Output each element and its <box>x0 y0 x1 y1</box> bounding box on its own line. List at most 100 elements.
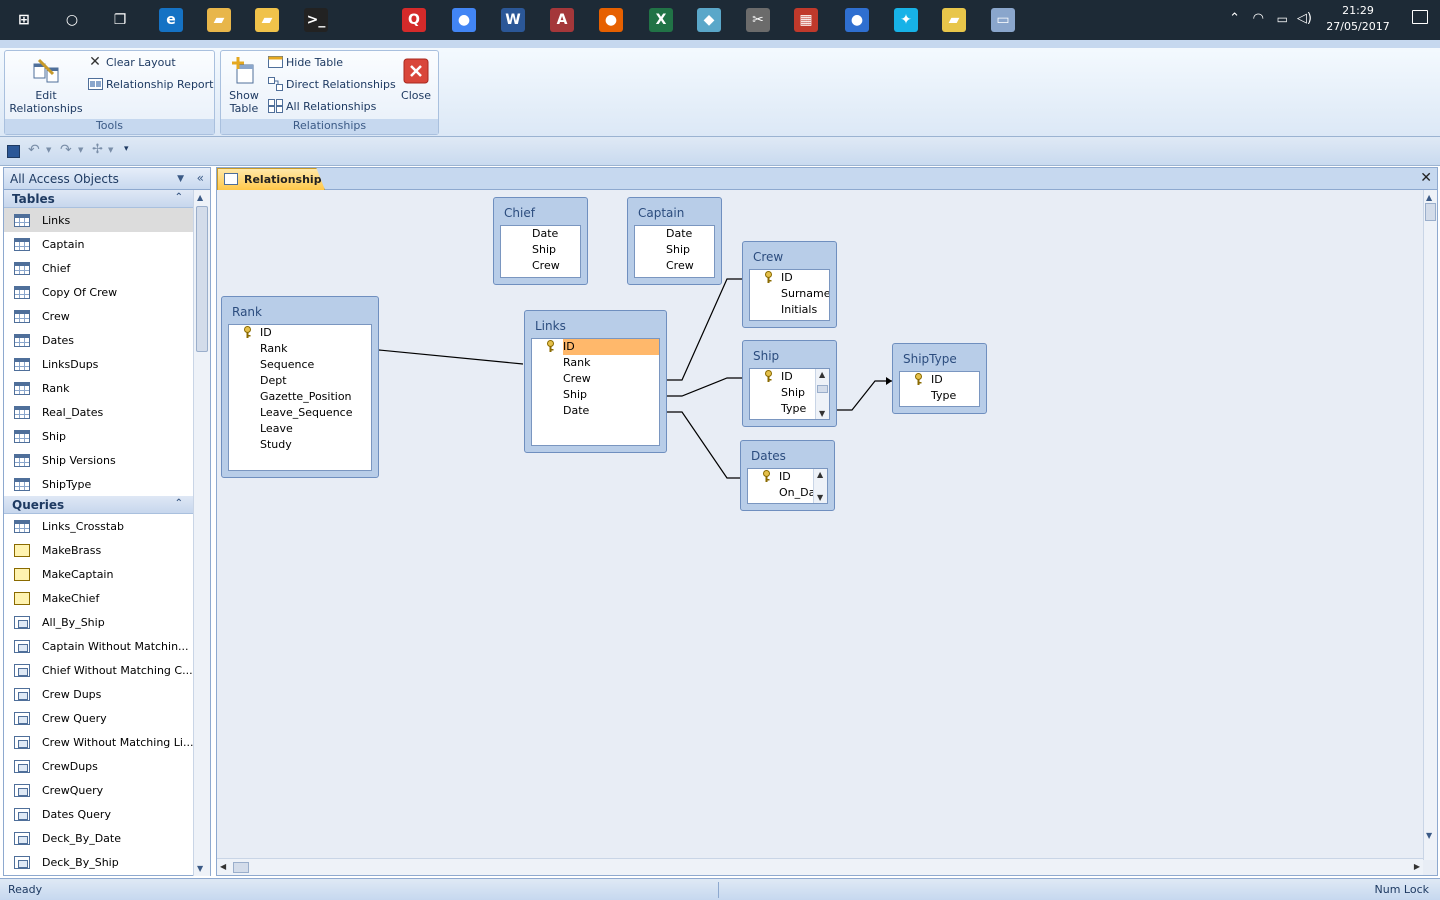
table-dates[interactable]: Dates ID On_Da ▲ ▼ <box>740 440 835 511</box>
field-row[interactable]: Date <box>666 226 714 242</box>
field-row[interactable]: ID <box>547 339 659 355</box>
nav-table-item[interactable]: LinksDups <box>4 352 193 376</box>
nav-table-item[interactable]: Ship Versions <box>4 448 193 472</box>
undo-icon[interactable]: ↶ <box>28 142 40 158</box>
field-row[interactable]: Leave_Sequence <box>260 405 371 421</box>
nav-table-item[interactable]: Crew <box>4 304 193 328</box>
table-captain[interactable]: Captain Date Ship Crew <box>627 197 722 285</box>
nav-query-item[interactable]: Links_Crosstab <box>4 514 193 538</box>
word-taskbar-button[interactable]: W <box>497 4 529 36</box>
field-row[interactable]: Rank <box>563 355 659 371</box>
direct-relationships-button[interactable]: Direct Relationships <box>267 75 396 93</box>
firefox-taskbar-button[interactable]: ● <box>595 4 627 36</box>
canvas-horizontal-scrollbar[interactable]: ◀ ▶ <box>217 858 1423 875</box>
nav-table-item[interactable]: Copy Of Crew <box>4 280 193 304</box>
relationship-line-rank-links[interactable] <box>378 349 524 365</box>
nav-query-item[interactable]: MakeChief <box>4 586 193 610</box>
nav-header[interactable]: All Access Objects ▼ « <box>4 168 210 190</box>
relationship-line-links-ship[interactable] <box>667 377 742 397</box>
field-row[interactable]: ID <box>915 372 979 388</box>
scroll-down-icon[interactable]: ▼ <box>1426 831 1432 840</box>
table-ship[interactable]: Ship ID Ship Type ▲ ▼ <box>742 340 837 427</box>
scroll-right-icon[interactable]: ▶ <box>1414 862 1420 871</box>
nav-table-item[interactable]: ShipType <box>4 472 193 496</box>
nav-query-item[interactable]: Deck_By_Ship <box>4 850 193 874</box>
nav-scrollbar[interactable]: ▲ ▼ <box>193 190 210 876</box>
filter-dropdown-icon[interactable]: ▼ <box>108 146 113 154</box>
shutter-bar-close-icon[interactable]: « <box>197 171 204 185</box>
field-row[interactable]: Ship <box>563 387 659 403</box>
field-row[interactable]: Rank <box>260 341 371 357</box>
field-row[interactable]: Gazette_Position <box>260 389 371 405</box>
scroll-down-icon[interactable]: ▼ <box>817 493 823 502</box>
quicktime-taskbar-button[interactable]: Q <box>398 4 430 36</box>
field-row[interactable]: Date <box>532 226 580 242</box>
canvas-vertical-scrollbar[interactable]: ▲ ▼ <box>1423 190 1437 860</box>
scroll-up-icon[interactable]: ▲ <box>197 193 203 202</box>
field-row[interactable]: Crew <box>532 258 580 274</box>
nav-scroll-thumb[interactable] <box>196 206 208 352</box>
customize-toolbar-icon[interactable]: ▾ <box>124 144 129 154</box>
scroll-down-icon[interactable]: ▼ <box>197 864 203 873</box>
nav-table-item[interactable]: Dates <box>4 328 193 352</box>
table-dates-scrollbar[interactable]: ▲ ▼ <box>813 469 827 503</box>
queries-section-header[interactable]: Queries ⌃ <box>4 496 193 514</box>
chrome-taskbar-button[interactable]: ● <box>448 4 480 36</box>
field-row[interactable]: Ship <box>666 242 714 258</box>
horizontal-scroll-thumb[interactable] <box>233 862 249 873</box>
scroll-left-icon[interactable]: ◀ <box>220 862 226 871</box>
folder-taskbar-button[interactable]: ▰ <box>251 4 283 36</box>
nav-table-item[interactable]: Real_Dates <box>4 400 193 424</box>
nav-query-item[interactable]: MakeCaptain <box>4 562 193 586</box>
field-row[interactable]: Type <box>931 388 979 404</box>
nav-table-item[interactable]: Links <box>4 208 193 232</box>
collapse-section-icon[interactable]: ⌃ <box>175 192 183 203</box>
table-links[interactable]: Links ID Rank Crew Ship Date <box>524 310 667 453</box>
access-taskbar-button[interactable]: A <box>546 4 578 36</box>
nav-query-item[interactable]: Chief Without Matching C... <box>4 658 193 682</box>
table-ship-scroll-thumb[interactable] <box>817 385 828 393</box>
nav-query-item[interactable]: Crew Without Matching Li... <box>4 730 193 754</box>
nav-table-item[interactable]: Chief <box>4 256 193 280</box>
all-relationships-button[interactable]: All Relationships <box>267 97 376 115</box>
nav-query-item[interactable]: All_By_Ship <box>4 610 193 634</box>
clock[interactable]: 21:29 27/05/2017 <box>1318 3 1398 35</box>
battery-icon[interactable]: ▭ <box>1277 12 1288 26</box>
nav-query-item[interactable]: CrewDups <box>4 754 193 778</box>
field-row[interactable]: Initials <box>781 302 829 318</box>
edit-relationships-button[interactable]: Edit Relationships <box>9 55 83 115</box>
tools-taskbar-button[interactable]: ✂ <box>742 4 774 36</box>
notes-taskbar-button[interactable]: ◆ <box>693 4 725 36</box>
nav-query-item[interactable]: Crew Dups <box>4 682 193 706</box>
field-row[interactable]: Date <box>563 403 659 419</box>
table-rank[interactable]: Rank ID Rank Sequence Dept Gazette_Position L… <box>221 296 379 478</box>
scroll-up-icon[interactable]: ▲ <box>819 370 825 379</box>
terminal-taskbar-button[interactable]: >_ <box>300 4 332 36</box>
nav-query-item[interactable]: Crew Query <box>4 706 193 730</box>
globe-taskbar-button[interactable]: ● <box>841 4 873 36</box>
table-shiptype[interactable]: ShipType ID Type <box>892 343 987 414</box>
wifi-icon[interactable]: ◠ <box>1253 11 1264 26</box>
scroll-up-icon[interactable]: ▲ <box>817 470 823 479</box>
field-row[interactable]: Leave <box>260 421 371 437</box>
relationship-line-ship-shiptype[interactable] <box>837 380 892 411</box>
field-row[interactable]: Surname <box>781 286 829 302</box>
redo-dropdown-icon[interactable]: ▼ <box>78 146 83 154</box>
file-explorer-taskbar-button[interactable]: ▰ <box>203 4 235 36</box>
start-taskbar-button[interactable]: ⊞ <box>8 4 40 36</box>
volume-icon[interactable]: ◁) <box>1297 11 1312 26</box>
table-ship-scrollbar[interactable]: ▲ ▼ <box>815 369 829 419</box>
relationships-canvas[interactable]: Chief Date Ship Crew Captain Date Ship Crew … <box>217 190 1423 860</box>
kodi-taskbar-button[interactable]: ✦ <box>890 4 922 36</box>
table-crew[interactable]: Crew ID Surname Initials <box>742 241 837 328</box>
field-row[interactable]: ID <box>765 270 829 286</box>
save-icon[interactable] <box>7 145 20 158</box>
field-row[interactable]: Ship <box>532 242 580 258</box>
vertical-scroll-thumb[interactable] <box>1425 203 1436 221</box>
chevron-up-icon[interactable]: ⌃ <box>1229 11 1240 26</box>
close-document-icon[interactable]: ✕ <box>1420 170 1432 186</box>
collapse-section-icon[interactable]: ⌃ <box>175 498 183 509</box>
table-chief[interactable]: Chief Date Ship Crew <box>493 197 588 285</box>
nav-query-item[interactable]: Deck_By_Date <box>4 826 193 850</box>
relationship-report-button[interactable]: Relationship Report <box>87 75 214 93</box>
